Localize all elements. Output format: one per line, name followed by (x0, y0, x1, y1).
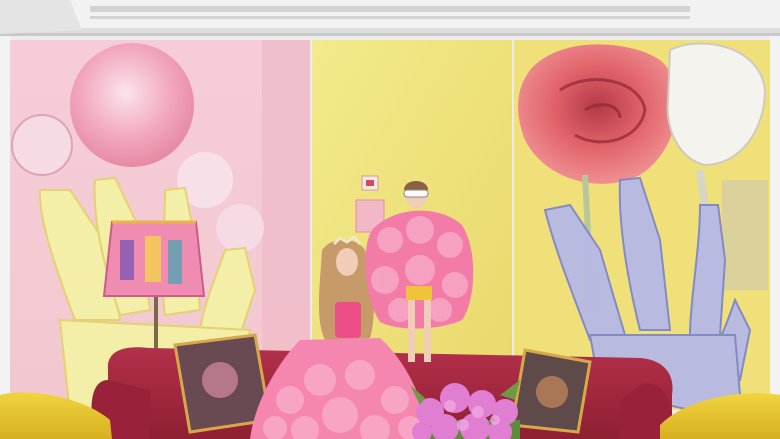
woman-face (336, 248, 358, 276)
wall-pillar-right (770, 36, 780, 439)
photo-canvas (0, 0, 780, 439)
white-sunglasses (403, 189, 429, 198)
painted-orb-small (11, 114, 73, 176)
photo-scene (0, 0, 780, 439)
yellow-shorts (406, 286, 432, 300)
wall-pillar-left (0, 36, 10, 439)
painted-orb-large (70, 43, 194, 167)
ceiling-corner (0, 0, 82, 34)
